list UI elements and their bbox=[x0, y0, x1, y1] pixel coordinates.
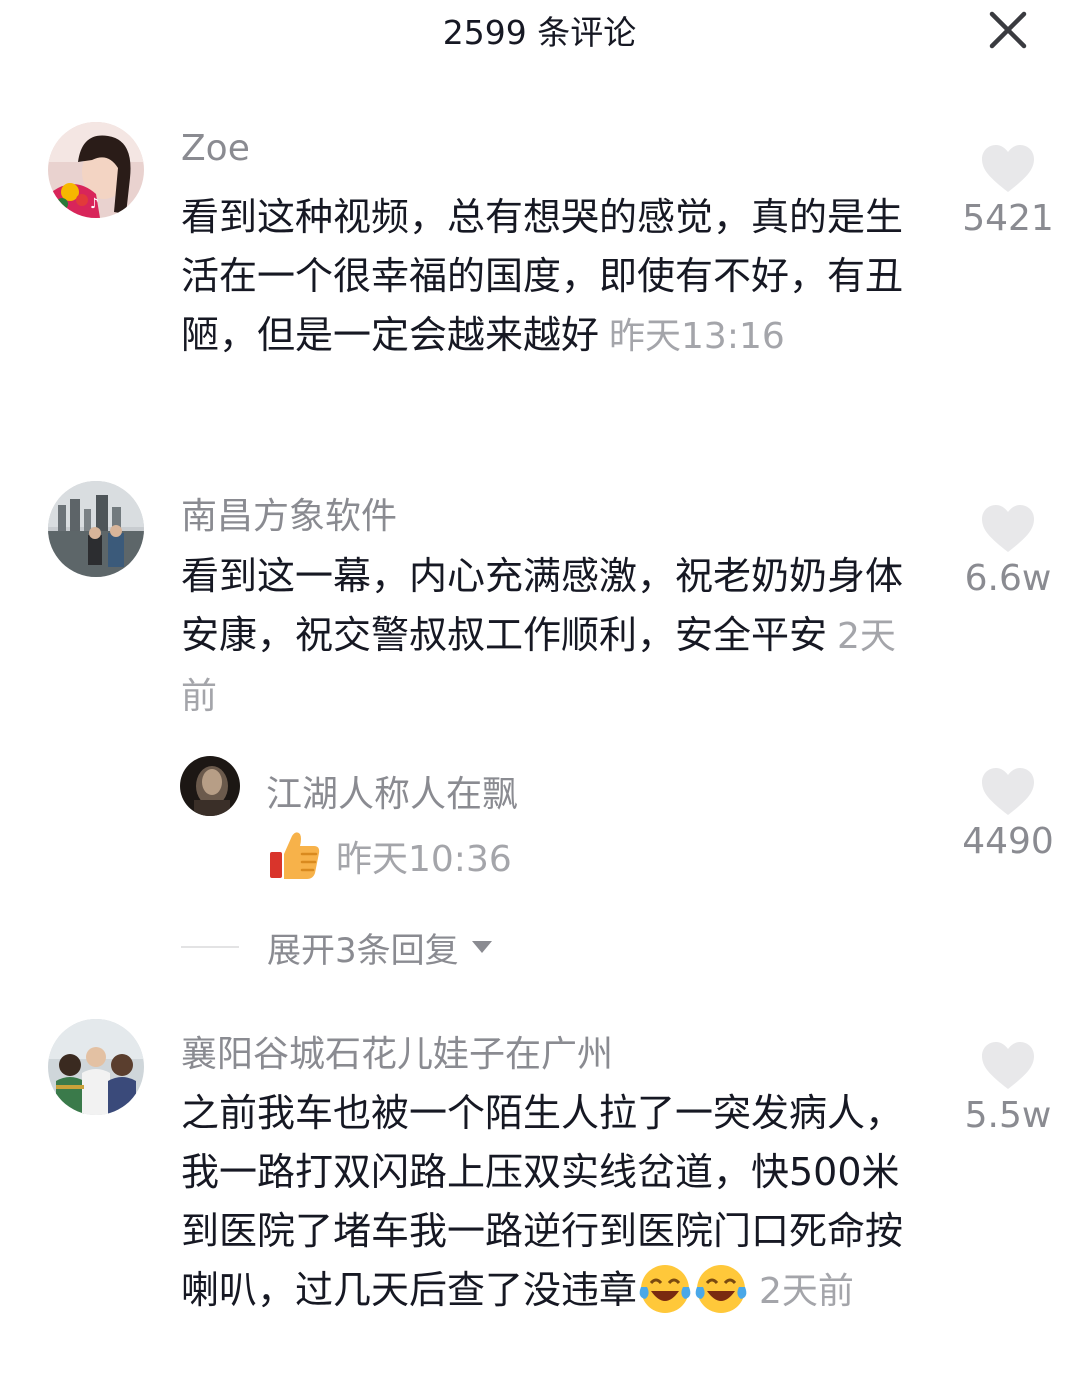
like-button[interactable]: 6.6w bbox=[943, 504, 1073, 599]
expand-replies-label: 展开3条回复 bbox=[267, 930, 459, 971]
thumbs-up-icon bbox=[270, 832, 320, 879]
comment-text-block: 之前我车也被一个陌生人拉了一突发病人，我一路打双闪路上压双实线岔道，快500米到… bbox=[181, 1084, 911, 1321]
reply-time: 昨天10:36 bbox=[336, 839, 512, 880]
expand-replies-button[interactable]: 展开3条回复 bbox=[181, 925, 493, 971]
comment-text: 看到这种视频，总有想哭的感觉，真的是生活在一个很幸福的国度，即使有不好，有丑陋，… bbox=[181, 195, 904, 357]
heart-icon[interactable] bbox=[980, 1041, 1036, 1091]
caret-down-icon bbox=[471, 941, 492, 953]
comments-header: 2599 条评论 bbox=[0, 0, 1079, 60]
like-button[interactable]: 5421 bbox=[943, 144, 1073, 239]
comment-username[interactable]: Zoe bbox=[181, 128, 250, 169]
avatar[interactable] bbox=[48, 1019, 144, 1115]
close-icon[interactable] bbox=[984, 6, 1032, 54]
comment-text-block: 看到这一幕，内心充满感激，祝老奶奶身体安康，祝交警叔叔工作顺利，安全平安 2天前 bbox=[181, 547, 911, 726]
comment-time: 2天前 bbox=[759, 1271, 854, 1312]
svg-text:♪: ♪ bbox=[90, 196, 99, 212]
laughing-tears-icon bbox=[695, 1265, 747, 1313]
reply-username[interactable]: 江湖人称人在飘 bbox=[266, 765, 518, 817]
reply-avatar[interactable] bbox=[180, 756, 240, 816]
comment-count-title: 2599 条评论 bbox=[442, 13, 637, 52]
like-count: 4490 bbox=[962, 821, 1054, 862]
laughing-tears-icon bbox=[639, 1265, 691, 1313]
like-count: 5.5w bbox=[964, 1095, 1052, 1136]
close-button[interactable] bbox=[984, 6, 1032, 54]
comment-text-block: 看到这种视频，总有想哭的感觉，真的是生活在一个很幸福的国度，即使有不好，有丑陋，… bbox=[181, 188, 911, 366]
heart-icon[interactable] bbox=[980, 504, 1036, 554]
heart-icon[interactable] bbox=[980, 767, 1036, 817]
like-count: 6.6w bbox=[964, 558, 1052, 599]
like-count: 5421 bbox=[962, 198, 1054, 239]
divider bbox=[181, 946, 239, 948]
avatar[interactable]: ♪ bbox=[48, 122, 144, 218]
reply-meta: 昨天10:36 bbox=[266, 828, 512, 884]
comment-time: 昨天13:16 bbox=[609, 316, 785, 357]
like-button[interactable]: 5.5w bbox=[943, 1041, 1073, 1136]
reply-like-button[interactable]: 4490 bbox=[943, 767, 1073, 862]
comment-text: 看到这一幕，内心充满感激，祝老奶奶身体安康，祝交警叔叔工作顺利，安全平安 bbox=[181, 554, 904, 657]
avatar[interactable] bbox=[48, 481, 144, 577]
comment-username[interactable]: 南昌方象软件 bbox=[181, 487, 397, 539]
comment-username[interactable]: 襄阳谷城石花儿娃子在广州 bbox=[181, 1025, 613, 1077]
heart-icon[interactable] bbox=[980, 144, 1036, 194]
